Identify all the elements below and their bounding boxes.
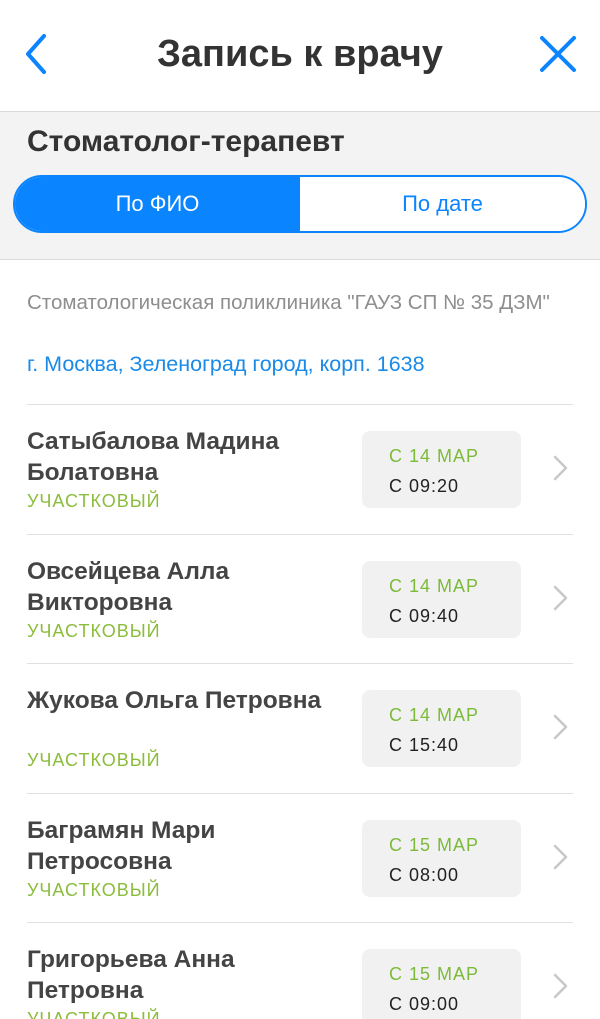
chevron-right-icon	[553, 714, 568, 740]
doctor-name: Жукова Ольга Петровна	[27, 687, 322, 714]
slot-time: С 09:40	[389, 605, 460, 626]
row-divider	[27, 404, 573, 405]
nearest-slot[interactable]: С 14 МАР С 15:40	[362, 690, 521, 767]
chevron-right-icon	[553, 585, 568, 610]
slot-date: С 14 МАР	[389, 575, 480, 596]
doctor-list: Сатыбалова Мадина Болатовна УЧАСТКОВЫЙ С…	[0, 404, 600, 1019]
search-mode-segmented-control: По ФИО По дате	[13, 175, 587, 233]
row-divider	[27, 533, 573, 535]
clinic-name: Стоматологическая поликлиника "ГАУЗ СП №…	[27, 291, 550, 314]
doctor-row[interactable]: Григорьева Анна Петровна УЧАСТКОВЫЙ С 15…	[0, 922, 600, 1019]
slot-time: С 15:40	[389, 735, 460, 755]
chevron-right-icon	[553, 973, 568, 999]
nearest-slot[interactable]: С 14 МАР С 09:20	[362, 431, 521, 508]
doctor-row[interactable]: Жукова Ольга Петровна УЧАСТКОВЫЙ С 14 МА…	[0, 663, 600, 793]
tab-by-name[interactable]: По ФИО	[15, 177, 300, 231]
nearest-slot[interactable]: С 15 МАР С 09:00	[362, 949, 521, 1019]
back-button[interactable]	[14, 28, 62, 80]
doctor-name: Овсейцева Алла Викторовна	[27, 557, 230, 616]
slot-date: С 14 МАР	[389, 705, 480, 725]
doctor-role: УЧАСТКОВЫЙ	[27, 620, 161, 641]
nearest-slot[interactable]: С 14 МАР С 09:40	[362, 560, 521, 638]
clinic-address-link[interactable]: г. Москва, Зеленоград город, корп. 1638	[27, 349, 572, 379]
nearest-slot[interactable]: С 15 МАР С 08:00	[362, 819, 521, 897]
doctor-row[interactable]: Баграмян Мари Петросовна УЧАСТКОВЫЙ С 15…	[0, 792, 600, 923]
slot-time: С 09:00	[389, 994, 460, 1014]
doctor-role: УЧАСТКОВЫЙ	[27, 1009, 161, 1019]
doctor-row[interactable]: Овсейцева Алла Викторовна УЧАСТКОВЫЙ С 1…	[0, 533, 600, 664]
chevron-right-icon	[553, 455, 568, 481]
appointment-screen: Запись к врачу Стоматолог-терапевт По ФИ…	[0, 0, 600, 1019]
row-divider	[27, 922, 573, 923]
nav-bar: Запись к врачу	[0, 0, 600, 112]
doctor-role: УЧАСТКОВЫЙ	[27, 491, 161, 511]
doctor-name: Баграмян Мари Петросовна	[27, 816, 216, 875]
slot-date: С 14 МАР	[389, 446, 480, 466]
doctor-name: Григорьева Анна Петровна	[27, 946, 235, 1004]
page-title: Запись к врачу	[157, 33, 443, 75]
chevron-right-icon	[553, 844, 568, 869]
close-icon	[540, 36, 576, 72]
slot-time: С 09:20	[389, 476, 460, 496]
chevron-left-icon	[26, 34, 46, 74]
specialty-title: Стоматолог-терапевт	[27, 125, 345, 158]
tab-by-date[interactable]: По дате	[300, 177, 585, 231]
slot-date: С 15 МАР	[389, 964, 480, 984]
doctor-row[interactable]: Сатыбалова Мадина Болатовна УЧАСТКОВЫЙ С…	[0, 404, 600, 534]
close-button[interactable]	[532, 28, 584, 80]
specialty-header: Стоматолог-терапевт По ФИО По дате	[0, 112, 600, 260]
row-divider	[27, 792, 573, 794]
doctor-name: Сатыбалова Мадина Болатовна	[27, 428, 280, 486]
row-divider	[27, 663, 573, 664]
doctor-role: УЧАСТКОВЫЙ	[27, 879, 161, 900]
slot-time: С 08:00	[389, 864, 460, 885]
slot-date: С 15 МАР	[389, 834, 480, 855]
doctor-role: УЧАСТКОВЫЙ	[27, 750, 161, 770]
